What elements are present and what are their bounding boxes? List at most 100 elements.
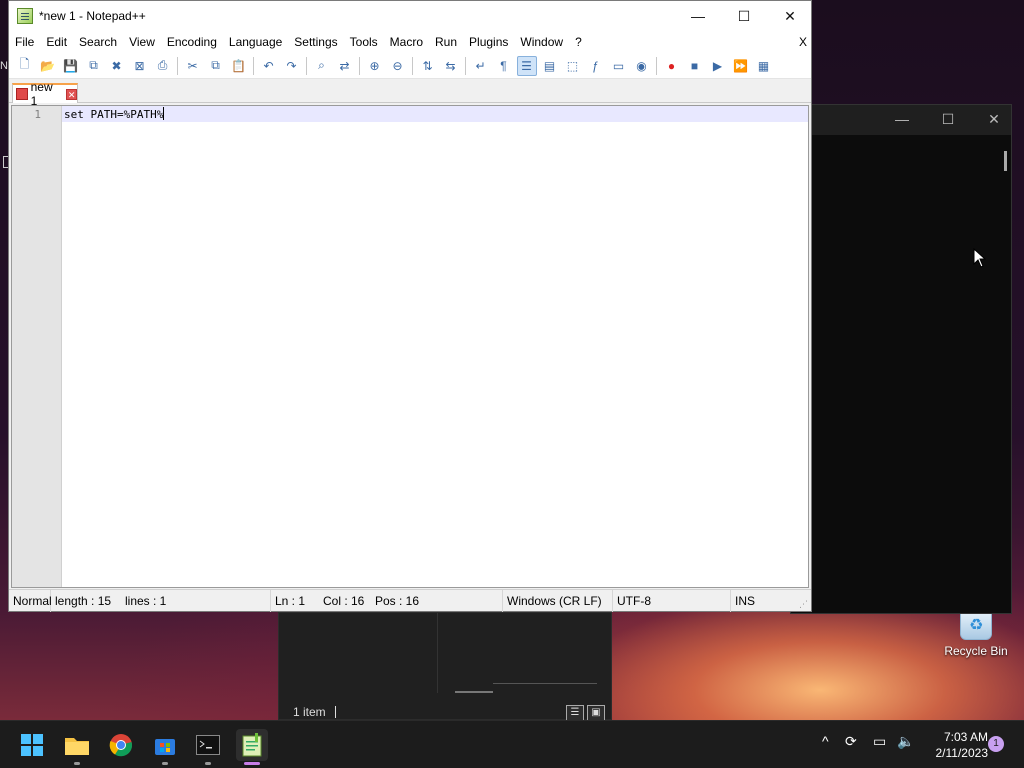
toolbar: 🗋 📂 💾 ⧉ ✖ ⊠ ⎙ ✂ ⧉ 📋 ↶ ↷ ⌕ ⇄ ⊕ ⊖ ⇅ ⇆ ↵ ¶ ☰ ▤ ⬚ ƒ ▭ ◉ ● ■ ▶ ⏩ ▦ <box>9 53 811 79</box>
function-list-icon[interactable]: ƒ <box>586 56 606 76</box>
terminal-window[interactable]: — ☐ ✕ <box>790 104 1012 614</box>
status-bar: Normal length : 15 lines : 1 Ln : 1 Col … <box>9 589 811 612</box>
menu-run[interactable]: Run <box>429 31 463 53</box>
word-wrap-icon[interactable]: ↵ <box>471 56 491 76</box>
window-titlebar[interactable]: *new 1 - Notepad++ — ☐ ✕ <box>9 1 811 31</box>
menu-window[interactable]: Window <box>514 31 569 53</box>
menu-file[interactable]: File <box>9 31 40 53</box>
status-eol[interactable]: Windows (CR LF) <box>503 589 613 612</box>
menu-view[interactable]: View <box>123 31 161 53</box>
minimize-icon[interactable]: — <box>887 111 917 127</box>
tab-close-icon[interactable]: ✕ <box>66 88 77 100</box>
code-line[interactable]: set PATH=%PATH% <box>64 107 165 121</box>
redo-icon[interactable]: ↷ <box>282 56 302 76</box>
menu-plugins[interactable]: Plugins <box>463 31 514 53</box>
terminal-icon <box>196 735 220 755</box>
taskbar-store[interactable] <box>149 729 181 765</box>
taskbar-file-explorer[interactable] <box>61 729 93 765</box>
find-icon[interactable]: ⌕ <box>312 56 332 76</box>
notepad-plus-plus-window[interactable]: *new 1 - Notepad++ — ☐ ✕ File Edit Search V… <box>8 0 812 612</box>
details-view-icon[interactable]: ☰ <box>566 705 584 721</box>
close-all-icon[interactable]: ⊠ <box>130 56 150 76</box>
save-icon[interactable]: 💾 <box>61 56 81 76</box>
active-indicator <box>244 762 260 765</box>
show-all-chars-icon[interactable]: ¶ <box>494 56 514 76</box>
cut-icon[interactable]: ✂ <box>183 56 203 76</box>
undo-icon[interactable]: ↶ <box>259 56 279 76</box>
menu-bar: File Edit Search View Encoding Language Settin… <box>9 31 811 53</box>
taskbar-notepad-plus-plus[interactable] <box>236 729 268 765</box>
menu-encoding[interactable]: Encoding <box>161 31 223 53</box>
sync-icon[interactable]: ⟳ <box>845 733 857 750</box>
line-number-gutter[interactable]: 1 <box>12 106 62 587</box>
indent-guide-icon[interactable]: ☰ <box>516 55 537 76</box>
close-icon[interactable]: ✖ <box>107 56 127 76</box>
menu-search[interactable]: Search <box>73 31 123 53</box>
tab-new-1[interactable]: new 1 ✕ <box>12 80 78 108</box>
doc-map-icon[interactable]: ⬚ <box>563 56 583 76</box>
toolbar-separator <box>465 56 466 75</box>
close-document-button[interactable]: X <box>799 31 807 53</box>
toolbar-separator <box>253 56 254 75</box>
copy-icon[interactable]: ⧉ <box>206 56 226 76</box>
udl-icon[interactable]: ▤ <box>540 56 560 76</box>
explorer-progress-line <box>455 691 493 693</box>
save-all-icon[interactable]: ⧉ <box>84 56 104 76</box>
record-macro-icon[interactable]: ● <box>662 56 682 76</box>
recycle-bin-shortcut[interactable]: Recycle Bin <box>936 610 1016 658</box>
explorer-progress-track <box>493 683 597 684</box>
toolbar-separator <box>177 56 178 75</box>
minimize-button[interactable]: — <box>675 1 721 31</box>
replace-icon[interactable]: ⇄ <box>335 56 355 76</box>
close-icon[interactable]: ✕ <box>979 111 1009 128</box>
network-icon[interactable]: ▭ <box>873 733 886 750</box>
menu-macro[interactable]: Macro <box>384 31 429 53</box>
chrome-icon <box>109 734 133 757</box>
taskbar-clock[interactable]: 7:03 AM 2/11/2023 <box>916 729 989 761</box>
run-macro-multiple-icon[interactable]: ⏩ <box>731 56 751 76</box>
monitoring-icon[interactable]: ◉ <box>632 56 652 76</box>
tiles-view-icon[interactable]: ▣ <box>587 705 605 721</box>
menu-settings[interactable]: Settings <box>288 31 343 53</box>
resize-grip-icon[interactable]: ⋰ <box>799 599 809 609</box>
play-macro-icon[interactable]: ▶ <box>708 56 728 76</box>
taskbar-chrome[interactable] <box>105 729 137 761</box>
store-icon <box>155 739 175 755</box>
text-caret <box>163 107 165 120</box>
paste-icon[interactable]: 📋 <box>229 56 249 76</box>
open-file-icon[interactable]: 📂 <box>38 56 58 76</box>
zoom-out-icon[interactable]: ⊖ <box>388 56 408 76</box>
close-button[interactable]: ✕ <box>767 1 813 31</box>
tab-label: new 1 <box>30 80 53 108</box>
maximize-icon[interactable]: ☐ <box>933 111 963 128</box>
terminal-scrollbar[interactable] <box>1004 151 1007 171</box>
maximize-button[interactable]: ☐ <box>721 1 767 31</box>
taskbar-terminal[interactable] <box>192 729 224 765</box>
print-icon[interactable]: ⎙ <box>153 56 173 76</box>
stop-macro-icon[interactable]: ■ <box>685 56 705 76</box>
status-encoding[interactable]: UTF-8 <box>613 589 731 612</box>
menu-language[interactable]: Language <box>223 31 288 53</box>
save-macro-icon[interactable]: ▦ <box>754 56 774 76</box>
status-ln: Ln : 1 <box>275 593 306 608</box>
recycle-bin-label: Recycle Bin <box>944 644 1008 658</box>
clock-time: 7:03 AM <box>943 730 988 744</box>
menu-help[interactable]: ? <box>569 31 588 53</box>
terminal-titlebar[interactable]: — ☐ ✕ <box>791 105 1011 135</box>
menu-edit[interactable]: Edit <box>40 31 73 53</box>
zoom-in-icon[interactable]: ⊕ <box>365 56 385 76</box>
current-line-highlight <box>62 106 808 122</box>
show-hidden-icons-chevron-icon[interactable]: ^ <box>822 733 829 749</box>
sync-horizontal-icon[interactable]: ⇆ <box>441 56 461 76</box>
start-button[interactable] <box>16 729 48 761</box>
notification-badge[interactable]: 1 <box>988 736 1004 752</box>
volume-icon[interactable]: 🔈 <box>897 733 914 750</box>
explorer-window[interactable]: 1 item ☰ ▣ <box>278 612 612 721</box>
sync-vertical-icon[interactable]: ⇅ <box>418 56 438 76</box>
windows-logo-icon <box>21 734 43 756</box>
editor-area[interactable]: 1 set PATH=%PATH% <box>11 105 809 588</box>
menu-tools[interactable]: Tools <box>344 31 384 53</box>
window-title: *new 1 - Notepad++ <box>39 9 146 23</box>
new-file-icon[interactable]: 🗋 <box>15 56 35 76</box>
folder-workspace-icon[interactable]: ▭ <box>609 56 629 76</box>
